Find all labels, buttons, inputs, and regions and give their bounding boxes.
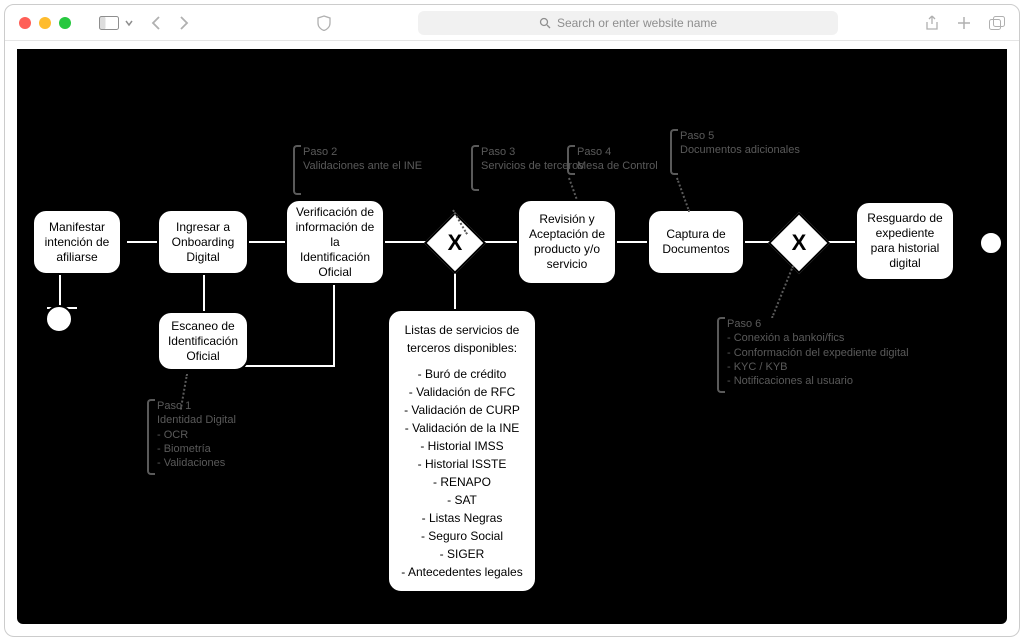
task-label: Captura de Documentos [657,227,735,257]
bpmn-gateway-2 [768,212,830,274]
task-resguardo: Resguardo de expediente para historial d… [855,201,955,281]
back-button-icon[interactable] [151,16,161,30]
sidebar-toggle-icon[interactable] [99,16,119,30]
services-list-box: Listas de servicios de terceros disponib… [387,309,537,593]
minimize-window-icon[interactable] [39,17,51,29]
tab-overview-icon[interactable] [989,15,1005,31]
annotation-paso-1: Paso 1 Identidad Digital - OCR - Biometr… [157,399,236,470]
services-title: Listas de servicios de terceros disponib… [401,321,523,357]
task-manifestar: Manifestar intención de afiliarse [32,209,122,275]
bpmn-start-event [45,305,73,333]
privacy-shield-icon[interactable] [317,15,331,31]
address-placeholder: Search or enter website name [557,16,717,30]
browser-window: Search or enter website name [4,4,1020,637]
sidebar-dropdown-icon[interactable] [125,19,133,27]
search-icon [539,17,551,29]
close-window-icon[interactable] [19,17,31,29]
task-label: Verificación de información de la Identi… [295,205,375,280]
fullscreen-window-icon[interactable] [59,17,71,29]
task-verificacion: Verificación de información de la Identi… [285,199,385,285]
traffic-lights [19,17,71,29]
annotation-paso-6: Paso 6 - Conexión a bankoi/fics - Confor… [727,317,909,388]
task-escaneo: Escaneo de Identificación Oficial [157,311,249,371]
new-tab-icon[interactable] [957,15,971,31]
forward-button-icon[interactable] [179,16,189,30]
task-label: Ingresar a Onboarding Digital [167,220,239,265]
task-label: Manifestar intención de afiliarse [42,220,112,265]
bpmn-end-event [977,229,1005,257]
task-ingresar: Ingresar a Onboarding Digital [157,209,249,275]
task-captura: Captura de Documentos [647,209,745,275]
share-icon[interactable] [925,15,939,31]
task-label: Resguardo de expediente para historial d… [865,211,945,271]
task-label: Revisión y Aceptación de producto y/o se… [527,212,607,272]
address-bar[interactable]: Search or enter website name [418,11,838,35]
task-label: Escaneo de Identificación Oficial [167,319,239,364]
annotation-paso-2: Paso 2 Validaciones ante el INE [303,145,422,174]
task-revision: Revisión y Aceptación de producto y/o se… [517,199,617,285]
annotation-paso-4: Paso 4 Mesa de Control [577,145,658,174]
services-items: - Buró de crédito - Validación de RFC - … [401,365,523,581]
diagram-canvas: Manifestar intención de afiliarse Ingres… [17,49,1007,624]
annotation-paso-5: Paso 5 Documentos adicionales [680,129,800,158]
title-bar: Search or enter website name [5,5,1019,41]
bpmn-gateway-1 [424,212,486,274]
